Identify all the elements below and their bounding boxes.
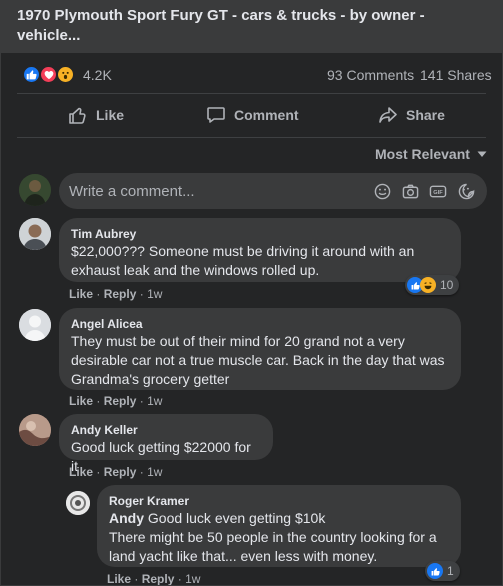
comment-like-link[interactable]: Like — [107, 572, 131, 585]
comment-author[interactable]: Angel Alicea — [71, 316, 449, 332]
wow-reaction-icon — [56, 65, 75, 84]
current-user-avatar[interactable] — [19, 174, 51, 206]
comment-reply-link[interactable]: Reply — [142, 572, 175, 585]
comment-like-link[interactable]: Like — [69, 465, 93, 479]
sticker-icon[interactable] — [457, 182, 475, 200]
comment-author[interactable]: Roger Kramer — [109, 493, 449, 509]
divider — [17, 93, 486, 94]
post-panel: 1970 Plymouth Sport Fury GT - cars & tru… — [0, 0, 503, 586]
link-preview-title[interactable]: 1970 Plymouth Sport Fury GT - cars & tru… — [1, 1, 502, 53]
comment-placeholder: Write a comment... — [69, 182, 195, 200]
comment-timestamp[interactable]: 1w — [147, 394, 162, 408]
post-actions: Like Comment Share — [17, 97, 486, 133]
caret-down-icon — [477, 151, 487, 157]
comment-reactions[interactable]: 10 — [405, 275, 460, 295]
comment-reply-link[interactable]: Reply — [104, 287, 137, 301]
reaction-count[interactable]: 4.2K — [83, 67, 112, 83]
separator-dot: · — [139, 465, 144, 479]
separator-dot: · — [96, 465, 101, 479]
comment-text: $22,000??? Someone must be driving it ar… — [71, 243, 415, 278]
comment-text: There might be 50 people in the country … — [109, 529, 437, 564]
shares-count[interactable]: 141 Shares — [420, 67, 492, 83]
gif-icon[interactable]: GIF — [429, 182, 447, 200]
comment-meta: Like · Reply · 1w — [69, 287, 162, 301]
comment-reactions[interactable]: 1 — [425, 561, 460, 581]
divider — [17, 137, 486, 138]
comment-reaction-count: 1 — [447, 564, 454, 578]
commenter-avatar[interactable] — [19, 414, 51, 446]
comment-like-link[interactable]: Like — [69, 287, 93, 301]
comment-reply-link[interactable]: Reply — [104, 394, 137, 408]
separator-dot: · — [139, 287, 144, 301]
mention-link[interactable]: Andy — [109, 510, 144, 526]
comment-author[interactable]: Andy Keller — [71, 422, 261, 438]
like-button[interactable]: Like — [68, 97, 124, 133]
like-label: Like — [96, 107, 125, 123]
share-button[interactable]: Share — [378, 97, 445, 133]
comment-text: Andy Good luck even getting $10k — [109, 509, 449, 528]
sort-label: Most Relevant — [375, 146, 470, 162]
composer-tools: GIF — [373, 182, 475, 200]
comment-bubble: Tim Aubrey $22,000??? Someone must be dr… — [59, 218, 461, 282]
comment-meta: Like · Reply · 1w — [107, 572, 200, 586]
commenter-avatar[interactable] — [19, 309, 51, 341]
like-reaction-icon — [22, 65, 41, 84]
link-title-text[interactable]: 1970 Plymouth Sport Fury GT - cars & tru… — [17, 7, 425, 44]
comment-reaction-count: 10 — [440, 278, 454, 292]
comment-like-link[interactable]: Like — [69, 394, 93, 408]
haha-reaction-icon — [420, 277, 436, 293]
separator-dot: · — [134, 572, 139, 586]
share-arrow-icon — [379, 107, 397, 123]
svg-text:GIF: GIF — [433, 189, 443, 195]
separator-dot: · — [177, 572, 182, 586]
separator-dot: · — [96, 287, 101, 301]
emoji-icon[interactable] — [373, 182, 391, 200]
commenter-avatar[interactable] — [19, 218, 51, 250]
sort-comments-dropdown[interactable]: Most Relevant — [375, 146, 488, 162]
like-reaction-icon — [427, 563, 443, 579]
separator-dot: · — [139, 394, 144, 408]
reaction-summary[interactable] — [22, 65, 78, 85]
post-stats: 4.2K 93 Comments 141 Shares — [1, 59, 502, 89]
comments-count[interactable]: 93 Comments — [327, 67, 414, 83]
comment-reply-link[interactable]: Reply — [104, 465, 137, 479]
comment-button[interactable]: Comment — [206, 97, 299, 133]
comment-timestamp[interactable]: 1w — [147, 287, 162, 301]
comment-input[interactable]: Write a comment... GIF — [59, 173, 487, 209]
commenter-avatar[interactable] — [66, 491, 90, 515]
comment-icon — [207, 107, 225, 123]
camera-icon[interactable] — [401, 182, 419, 200]
thumbs-up-icon — [69, 107, 86, 124]
reply-bubble: Roger Kramer Andy Good luck even getting… — [97, 485, 461, 567]
comment-text: They must be out of their mind for 20 gr… — [71, 333, 445, 387]
comment-meta: Like · Reply · 1w — [69, 394, 162, 408]
love-reaction-icon — [39, 65, 58, 84]
comment-author[interactable]: Tim Aubrey — [71, 226, 449, 242]
comment-meta: Like · Reply · 1w — [69, 465, 162, 479]
share-label: Share — [406, 107, 445, 123]
comment-bubble: Andy Keller Good luck getting $22000 for… — [59, 414, 273, 474]
comment-timestamp[interactable]: 1w — [185, 572, 200, 585]
comment-text-line: Good luck even getting $10k — [144, 510, 326, 526]
comment-timestamp[interactable]: 1w — [147, 465, 162, 479]
comment-label: Comment — [234, 107, 299, 123]
separator-dot: · — [96, 394, 101, 408]
comment-bubble: Angel Alicea They must be out of their m… — [59, 308, 461, 390]
